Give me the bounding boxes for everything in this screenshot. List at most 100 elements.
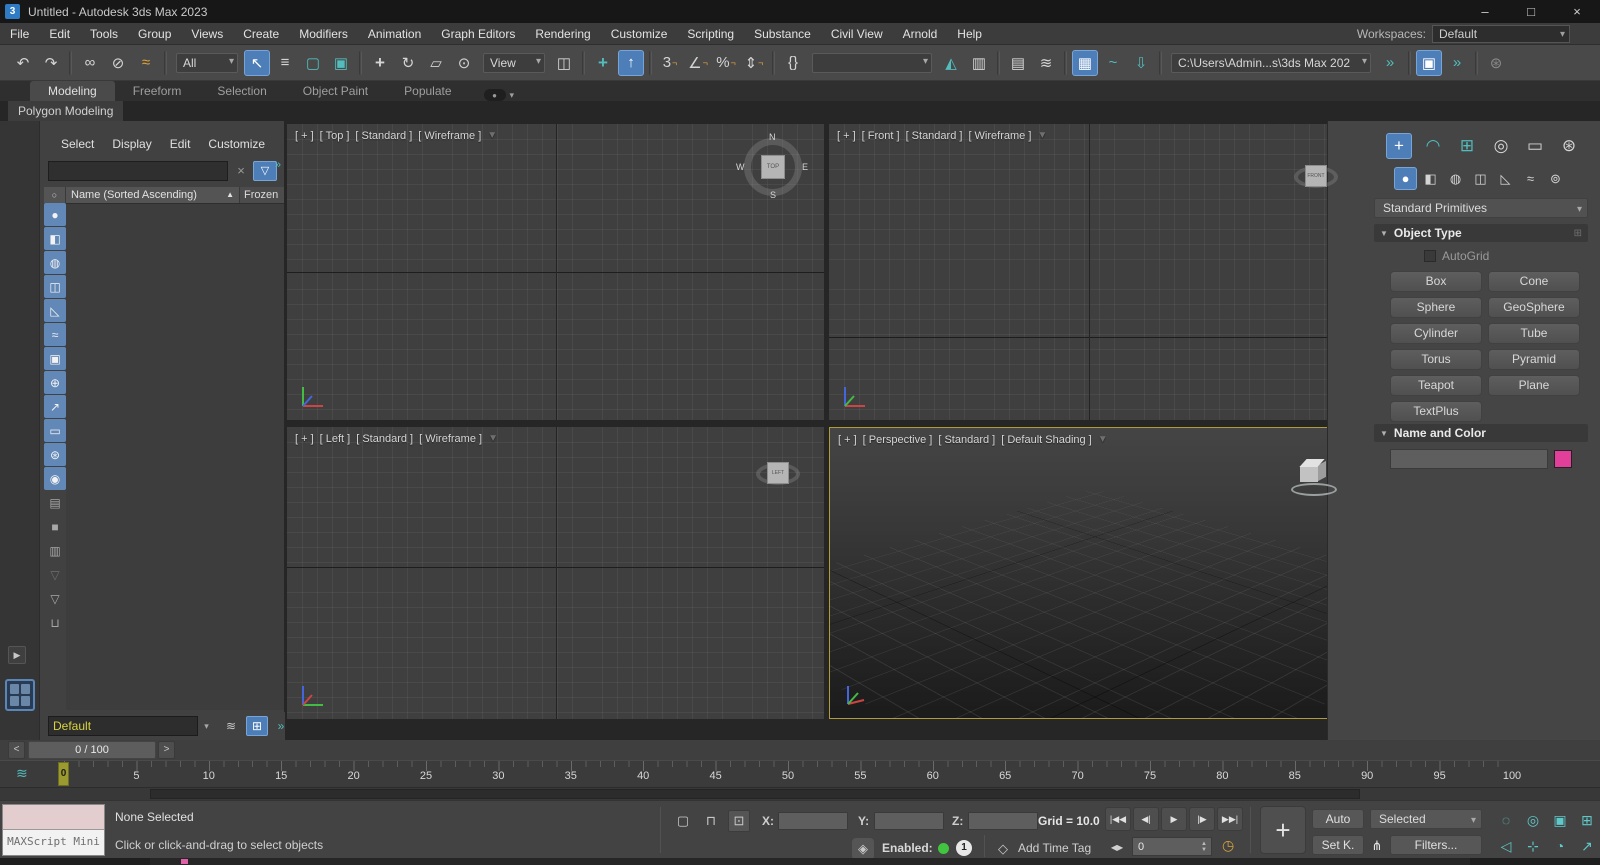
viewcube-top[interactable]: TOP N W S E xyxy=(736,132,808,200)
viewport-name-menu[interactable]: [ Left ] xyxy=(320,433,351,445)
search-filter-icon[interactable]: ▽ xyxy=(253,161,277,181)
display-tab[interactable]: ▭ xyxy=(1522,133,1548,159)
motion-tab[interactable]: ◎ xyxy=(1488,133,1514,159)
menu-item[interactable]: Scripting xyxy=(677,23,744,45)
scene-explorer-search-input[interactable] xyxy=(48,161,228,181)
workspace-dropdown[interactable]: Default xyxy=(1432,25,1570,43)
display-layers-icon[interactable]: ≋ xyxy=(220,716,242,736)
object-name-field[interactable] xyxy=(1390,449,1548,469)
polygon-modeling-tab[interactable]: Polygon Modeling xyxy=(8,101,124,121)
security-shield-icon[interactable]: ◈ xyxy=(852,838,874,860)
filter-visibility-icon[interactable]: ◉ xyxy=(44,467,66,490)
viewcube-front[interactable]: FRONT xyxy=(1292,152,1340,200)
toolbar-overflow-chevron-icon[interactable]: » xyxy=(1377,50,1403,76)
scene-explorer-list[interactable] xyxy=(66,203,284,710)
filter-helpers-icon[interactable]: ◺ xyxy=(44,299,66,322)
viewport-renderer-menu[interactable]: [ Standard ] xyxy=(355,130,412,142)
category-geometry-icon[interactable]: ● xyxy=(1394,167,1417,190)
filter-space-warps-icon[interactable]: ≈ xyxy=(44,323,66,346)
time-slider-track[interactable]: < 0 / 100 > xyxy=(0,740,1600,760)
mirror-icon[interactable]: ◭ xyxy=(938,50,964,76)
isolate-selection-icon[interactable]: ▢ xyxy=(672,810,694,832)
viewport-menu-plus[interactable]: [ + ] xyxy=(295,130,314,142)
minimize-button[interactable]: – xyxy=(1462,0,1508,23)
menu-item[interactable]: Graph Editors xyxy=(431,23,525,45)
geometry-class-dropdown[interactable]: Standard Primitives xyxy=(1374,198,1588,219)
menu-item[interactable]: Customize xyxy=(601,23,678,45)
auto-key-button[interactable]: Auto xyxy=(1312,809,1364,829)
autogrid-checkbox[interactable] xyxy=(1424,250,1436,262)
viewport-name-menu[interactable]: [ Perspective ] xyxy=(863,434,933,446)
primitive-button[interactable]: Torus xyxy=(1390,349,1482,370)
viewport-shading-menu[interactable]: [ Default Shading ] xyxy=(1001,434,1092,446)
ribbon-overflow-icon[interactable]: ● xyxy=(483,89,506,101)
next-frame-button[interactable]: |▶ xyxy=(1189,807,1215,831)
object-type-rollout-header[interactable]: ▼ Object Type ⊞ xyxy=(1374,224,1588,242)
scene-explorer-menu-item[interactable]: Select xyxy=(52,133,103,155)
schematic-view-icon[interactable]: ⇩ xyxy=(1128,50,1154,76)
viewport-renderer-menu[interactable]: [ Standard ] xyxy=(906,130,963,142)
viewcube-left[interactable]: LEFT xyxy=(754,449,802,497)
track-bar[interactable] xyxy=(0,788,1600,800)
hierarchy-tab[interactable]: ⊞ xyxy=(1454,133,1480,159)
unlink-selection-icon[interactable]: ⊘ xyxy=(105,50,131,76)
snaps-toggle-icon[interactable]: 3 xyxy=(657,50,683,76)
select-and-scale-icon[interactable]: ▱ xyxy=(423,50,449,76)
category-shapes-icon[interactable]: ◧ xyxy=(1419,167,1442,190)
menu-item[interactable]: Modifiers xyxy=(289,23,358,45)
frozen-column-header[interactable]: Frozen xyxy=(240,187,284,203)
explorer-overflow-chevron-icon[interactable]: » xyxy=(275,159,281,171)
menu-item[interactable]: Civil View xyxy=(821,23,893,45)
category-systems-icon[interactable]: ⊚ xyxy=(1544,167,1567,190)
menu-item[interactable]: Help xyxy=(947,23,992,45)
x-coordinate-field[interactable] xyxy=(778,812,848,830)
viewport-menu-plus[interactable]: [ + ] xyxy=(838,434,857,446)
name-column-header[interactable]: Name (Sorted Ascending) ▲ xyxy=(66,187,240,203)
filter-geometry-icon[interactable]: ● xyxy=(44,203,66,226)
zoom-extents-selected-button[interactable]: ▣ xyxy=(1548,809,1572,831)
ribbon-tab[interactable]: Populate xyxy=(386,81,469,101)
category-helpers-icon[interactable]: ◺ xyxy=(1494,167,1517,190)
menu-item[interactable]: File xyxy=(0,23,39,45)
ribbon-tab[interactable]: Object Paint xyxy=(285,81,386,101)
toggle-ribbon-icon[interactable]: ▦ xyxy=(1072,49,1098,76)
spinner-snap-icon[interactable]: ⇕ xyxy=(741,50,767,76)
category-lights-icon[interactable]: ◍ xyxy=(1444,167,1467,190)
go-to-end-button[interactable]: ▶▶| xyxy=(1217,807,1243,831)
angle-snap-icon[interactable]: ∠ xyxy=(685,50,711,76)
time-configuration-icon[interactable]: ◷ xyxy=(1222,837,1234,854)
timeline-ruler[interactable]: 0 5 10 15 20 25 30 35 40 45 50 55 60 65 70 75 80 85 90 95 10… xyxy=(0,760,1600,788)
toggle-scene-explorer-icon[interactable]: ▤ xyxy=(1005,50,1031,76)
primitive-button[interactable]: Plane xyxy=(1488,375,1580,396)
zoom-button[interactable]: ◌ xyxy=(1494,809,1518,831)
field-of-view-button[interactable]: ◁ xyxy=(1494,835,1518,857)
render-setup-icon[interactable]: ⊛ xyxy=(1483,50,1509,76)
primitive-button[interactable]: Teapot xyxy=(1390,375,1482,396)
autobackup-icon[interactable]: ▣ xyxy=(1416,49,1442,76)
menu-item[interactable]: Tools xyxy=(80,23,128,45)
select-and-move-icon[interactable]: + xyxy=(367,50,393,76)
z-coordinate-field[interactable] xyxy=(968,812,1038,830)
previous-frame-button[interactable]: ◀| xyxy=(1133,807,1159,831)
create-tab[interactable]: + xyxy=(1386,133,1412,159)
viewport-name-menu[interactable]: [ Top ] xyxy=(320,130,350,142)
filter-lights-icon[interactable]: ◍ xyxy=(44,251,66,274)
time-slider-next-button[interactable]: > xyxy=(158,741,175,759)
notification-count-badge[interactable]: 1 xyxy=(956,840,972,856)
menu-item[interactable]: Views xyxy=(181,23,233,45)
category-space-warps-icon[interactable]: ≈ xyxy=(1519,167,1542,190)
keyboard-shortcut-override-icon[interactable]: ↑ xyxy=(618,49,644,76)
project-folder-dropdown[interactable]: C:\Users\Admin...s\3ds Max 202 xyxy=(1171,52,1371,73)
select-and-manipulate-icon[interactable]: + xyxy=(590,50,616,76)
primitive-button[interactable]: Cylinder xyxy=(1390,323,1482,344)
viewport-left[interactable]: [ + ] [ Left ] [ Standard ] [ Wireframe … xyxy=(287,427,824,719)
search-clear-icon[interactable]: × xyxy=(233,161,249,181)
ribbon-tab[interactable]: Selection xyxy=(199,81,284,101)
viewport-renderer-menu[interactable]: [ Standard ] xyxy=(356,433,413,445)
go-to-start-button[interactable]: |◀◀ xyxy=(1105,807,1131,831)
filter-containers-icon[interactable]: ▭ xyxy=(44,419,66,442)
per-view-filter-icon[interactable]: ▼ xyxy=(488,433,498,445)
reference-coordinate-system-dropdown[interactable]: View xyxy=(483,52,545,73)
viewport-shading-menu[interactable]: [ Wireframe ] xyxy=(419,433,482,445)
maximize-viewport-toggle-button[interactable]: ↗ xyxy=(1575,835,1599,857)
